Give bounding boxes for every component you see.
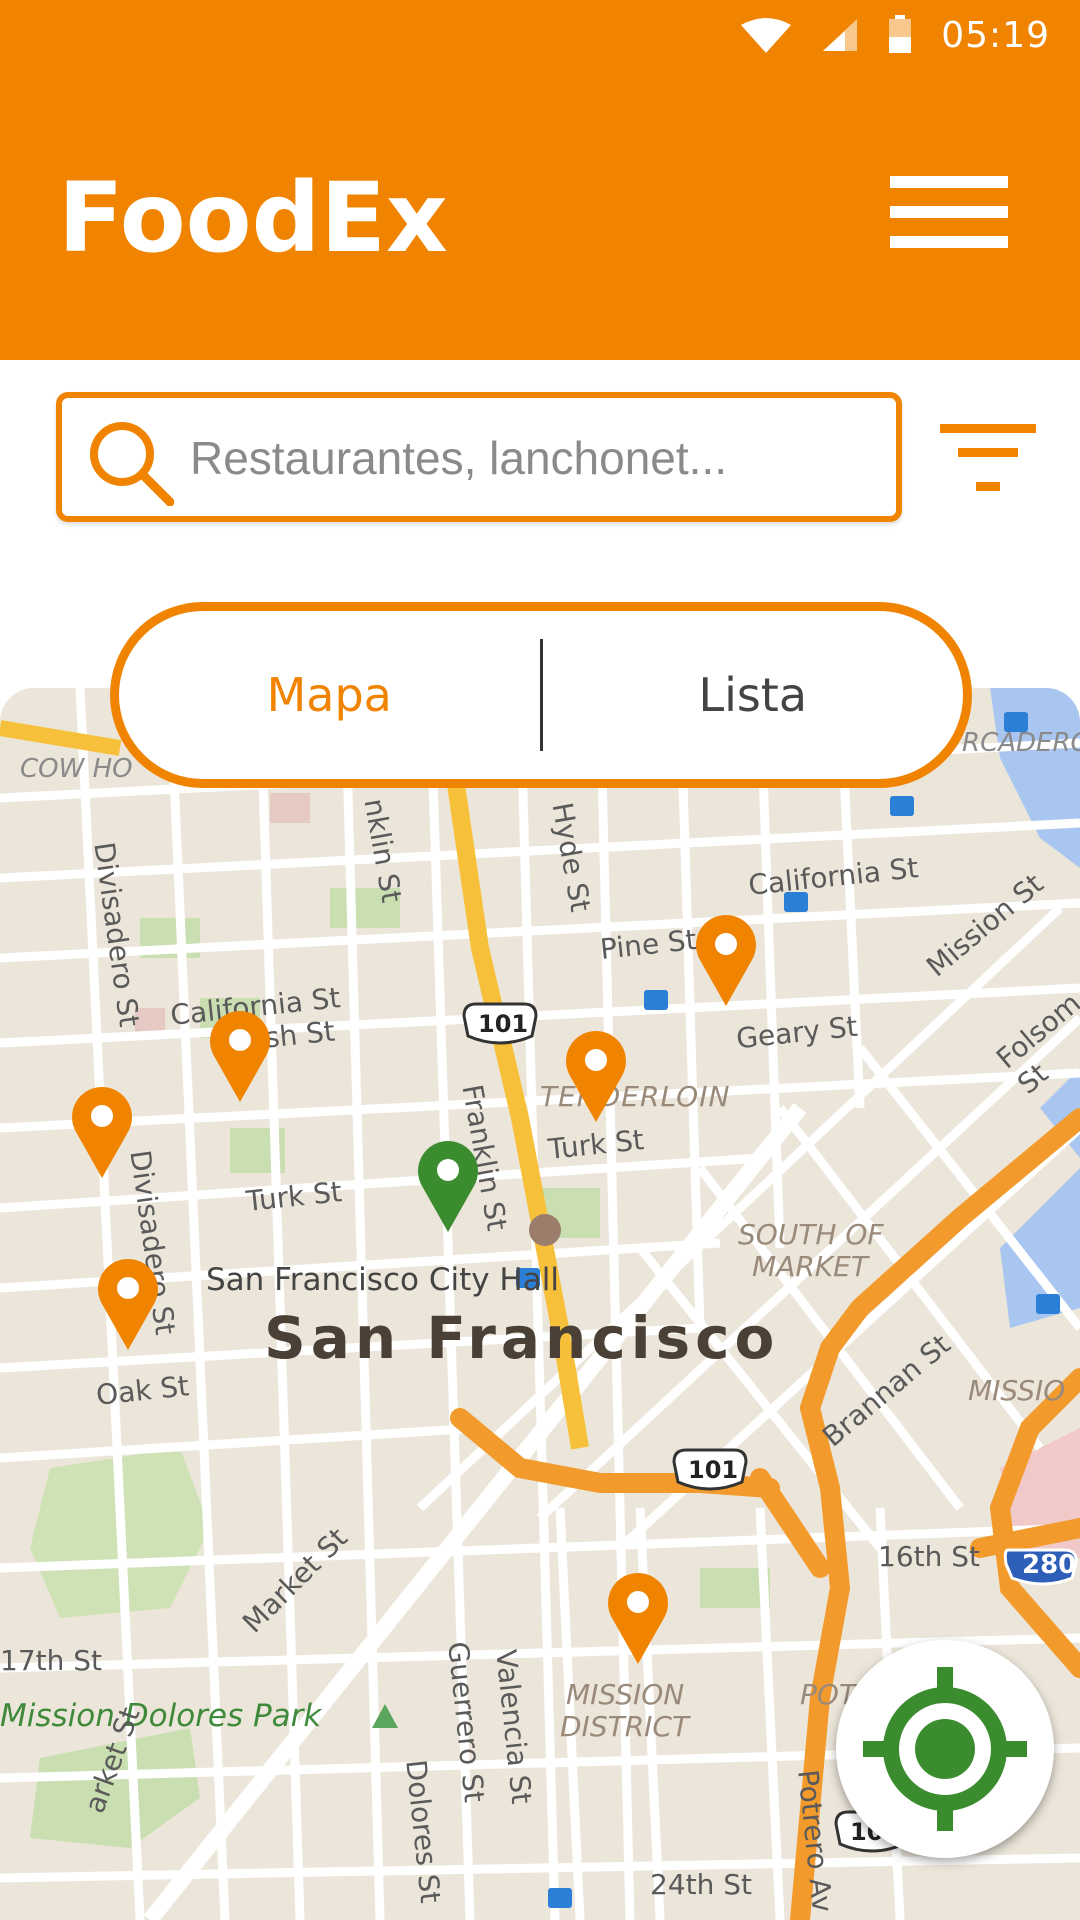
label-mission-district-2: DISTRICT bbox=[560, 1710, 690, 1743]
app-root: 05:19 FoodEx Restaurantes, lanchonet... … bbox=[0, 0, 1080, 1920]
status-time: 05:19 bbox=[941, 14, 1050, 56]
label-south-of-market-2: MARKET bbox=[752, 1250, 868, 1283]
label-brannan-st: Brannan St bbox=[816, 1327, 957, 1454]
map-pin-restaurant[interactable] bbox=[564, 1028, 628, 1122]
battery-icon bbox=[889, 15, 912, 53]
label-pine-st: Pine St bbox=[598, 923, 699, 966]
map-pin-restaurant[interactable] bbox=[694, 912, 758, 1006]
label-24th-st: 24th St bbox=[650, 1868, 753, 1901]
label-city-hall: San Francisco City Hall bbox=[206, 1262, 559, 1298]
wifi-icon bbox=[741, 18, 792, 53]
map-pin-restaurant[interactable] bbox=[208, 1008, 272, 1102]
status-bar: 05:19 bbox=[720, 0, 1080, 70]
label-mission-dolores-park: Mission Dolores Park bbox=[0, 1698, 322, 1734]
menu-bar-bottom bbox=[890, 236, 1008, 248]
map-pin-restaurant[interactable] bbox=[606, 1570, 670, 1664]
label-turk-st-left: Turk St bbox=[244, 1175, 344, 1218]
label-market-st: Market St bbox=[236, 1521, 355, 1640]
label-guerrero-st: Guerrero St bbox=[441, 1640, 491, 1805]
label-folsom-st: Folsom St bbox=[990, 986, 1080, 1101]
tab-map[interactable]: Mapa bbox=[119, 668, 540, 722]
label-dolores-st: Dolores St bbox=[399, 1758, 448, 1905]
label-california-right: California St bbox=[746, 851, 920, 902]
signal-icon bbox=[823, 19, 858, 51]
label-turk-st-right: Turk St bbox=[546, 1123, 646, 1166]
label-divisadero-1: Divisadero St bbox=[87, 840, 146, 1029]
search-box[interactable] bbox=[56, 392, 902, 522]
shield-101-a: 101 bbox=[478, 1010, 529, 1038]
search-icon bbox=[90, 422, 174, 506]
menu-bar-middle bbox=[890, 206, 1008, 218]
map-pin-restaurant[interactable] bbox=[70, 1084, 134, 1178]
map-pin-restaurant[interactable] bbox=[96, 1256, 160, 1350]
app-bar: 05:19 FoodEx bbox=[0, 0, 1080, 360]
label-oak-st: Oak St bbox=[94, 1369, 191, 1412]
label-i280: 280 bbox=[1022, 1550, 1077, 1580]
label-franklin-top: nklin St bbox=[357, 796, 409, 906]
hamburger-menu-button[interactable] bbox=[890, 170, 1008, 254]
label-16th-st: 16th St bbox=[878, 1540, 981, 1573]
label-mission-st: Mission St bbox=[920, 867, 1050, 984]
search-input[interactable] bbox=[188, 416, 882, 500]
shield-101-b: 101 bbox=[688, 1456, 739, 1484]
label-hyde-st: Hyde St bbox=[545, 800, 598, 915]
gps-locate-icon bbox=[863, 1667, 1027, 1831]
label-17th-st: 17th St bbox=[0, 1644, 103, 1677]
label-potrero-av: Potrero Av bbox=[791, 1768, 839, 1914]
tab-list[interactable]: Lista bbox=[543, 668, 964, 722]
label-city: San Francisco bbox=[264, 1304, 780, 1372]
app-title: FoodEx bbox=[58, 162, 448, 274]
menu-bar-top bbox=[890, 176, 1008, 188]
map-pin-selected[interactable] bbox=[416, 1138, 480, 1232]
filter-icon[interactable] bbox=[936, 420, 1040, 500]
label-south-of-market-1: SOUTH OF bbox=[738, 1218, 884, 1251]
label-embarcadero: RCADERO bbox=[962, 728, 1080, 758]
label-mission-right: MISSIO bbox=[968, 1374, 1066, 1407]
label-geary-st: Geary St bbox=[734, 1009, 860, 1056]
label-valencia-st: Valencia St bbox=[489, 1648, 539, 1806]
label-cow-hollow: COW HO bbox=[20, 754, 133, 784]
label-mission-district-1: MISSION bbox=[566, 1678, 685, 1711]
view-toggle: Mapa Lista bbox=[110, 602, 972, 788]
locate-me-button[interactable] bbox=[836, 1640, 1054, 1858]
